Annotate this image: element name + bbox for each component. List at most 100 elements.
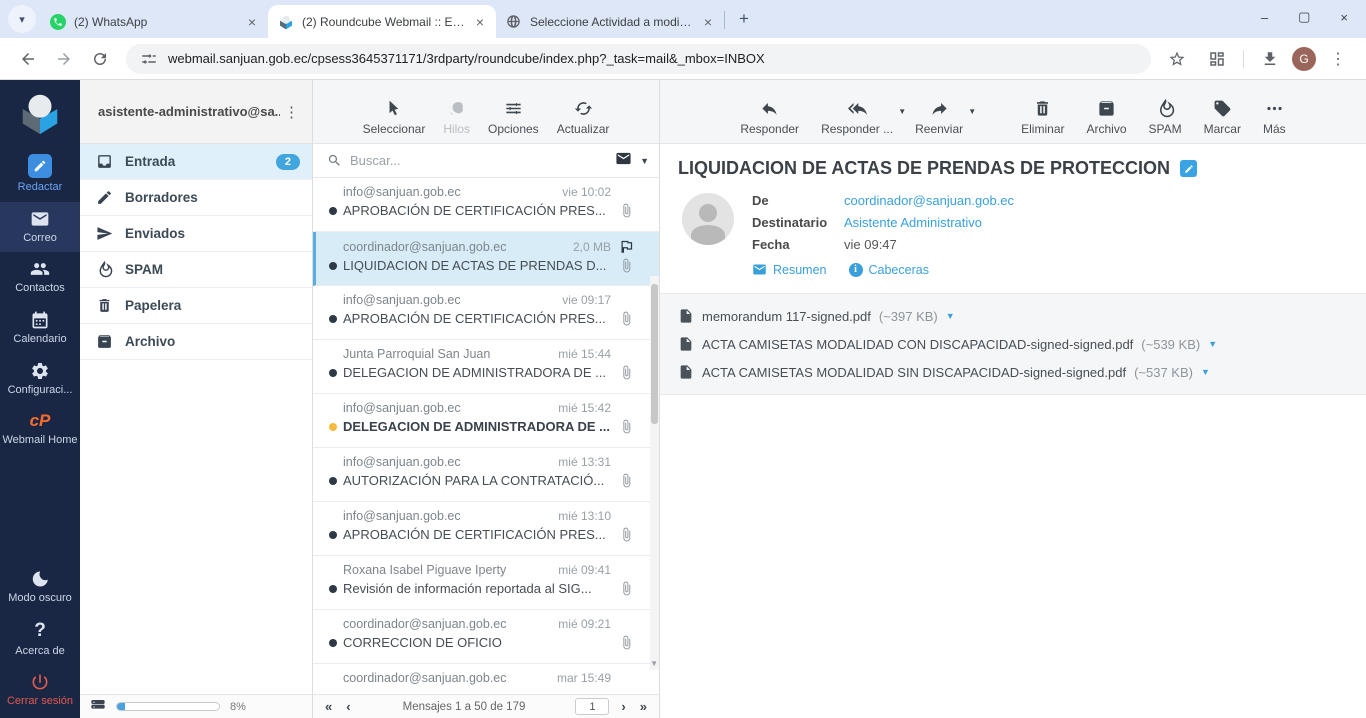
account-menu-icon[interactable]: ⋮: [280, 103, 304, 121]
button-label: Hilos: [443, 122, 470, 136]
message-row-selected[interactable]: coordinador@sanjuan.gob.ec 2,0 MB LIQUIDA…: [313, 232, 659, 286]
attachment-menu-caret-icon[interactable]: ▼: [1208, 339, 1217, 349]
unread-dot: [329, 261, 337, 270]
attachment-item[interactable]: ACTA CAMISETAS MODALIDAD SIN DISCAPACIDA…: [678, 358, 1348, 386]
message-date: vie 10:02: [562, 185, 611, 199]
window-close-button[interactable]: ×: [1340, 10, 1348, 25]
url-input[interactable]: webmail.sanjuan.gob.ec/cpsess3645371171/…: [126, 43, 1151, 74]
folder-inbox[interactable]: Entrada 2: [80, 144, 312, 180]
dropdown-caret-icon[interactable]: ▼: [898, 107, 906, 116]
sidebar-item-calendar[interactable]: Calendario: [0, 303, 80, 354]
sidebar-item-contacts[interactable]: Contactos: [0, 252, 80, 303]
message-row-partial[interactable]: coordinador@sanjuan.gob.ec mar 15:49: [313, 664, 659, 694]
attachment-name: memorandum 117-signed.pdf: [702, 308, 871, 324]
refresh-list-button[interactable]: Actualizar: [551, 99, 616, 136]
mark-button[interactable]: Marcar: [1198, 99, 1247, 136]
dropdown-caret-icon[interactable]: ▼: [968, 107, 976, 116]
message-date: mié 13:31: [558, 455, 611, 469]
search-options-caret-icon[interactable]: ▼: [640, 156, 649, 166]
button-label: Más: [1262, 122, 1286, 136]
tab-whatsapp[interactable]: (2) WhatsApp ×: [40, 5, 268, 38]
message-sender: Roxana Isabel Piguave Iperty: [343, 563, 507, 577]
quota-percent: 8%: [230, 700, 246, 713]
to-recipient-link[interactable]: Asistente Administrativo: [844, 215, 982, 230]
last-page-button[interactable]: »: [638, 699, 649, 714]
folder-trash[interactable]: Papelera: [80, 288, 312, 324]
attachment-menu-caret-icon[interactable]: ▼: [1201, 367, 1210, 377]
quota-progress: [116, 702, 220, 711]
back-icon[interactable]: [14, 45, 42, 73]
summary-link[interactable]: Resumen: [752, 262, 827, 277]
delete-button[interactable]: Eliminar: [1015, 99, 1070, 136]
chrome-menu-icon[interactable]: ⋮: [1324, 45, 1352, 73]
select-button[interactable]: Seleccionar: [357, 99, 432, 136]
sidebar-item-mail[interactable]: Correo: [0, 201, 80, 253]
spam-button[interactable]: SPAM: [1143, 99, 1188, 136]
attachment-item[interactable]: memorandum 117-signed.pdf (~397 KB) ▼: [678, 302, 1348, 330]
edit-subject-icon[interactable]: [1180, 160, 1198, 177]
scrollbar-down-arrow[interactable]: ▼: [650, 659, 658, 668]
tab-close-icon[interactable]: ×: [702, 14, 714, 30]
attachment-item[interactable]: ACTA CAMISETAS MODALIDAD CON DISCAPACIDA…: [678, 330, 1348, 358]
sidebar-item-webmail-home[interactable]: cP Webmail Home: [0, 404, 80, 454]
flag-icon[interactable]: [617, 239, 635, 254]
bookmark-star-icon[interactable]: [1163, 45, 1191, 73]
folder-label: Papelera: [125, 298, 182, 313]
new-tab-button[interactable]: +: [731, 6, 757, 32]
message-row[interactable]: coordinador@sanjuan.gob.ec mié 09:21 CORR…: [313, 610, 659, 664]
paperclip-icon: [617, 473, 635, 488]
prev-page-button[interactable]: ‹: [344, 699, 352, 714]
message-row[interactable]: info@sanjuan.gob.ec vie 09:17 APROBACIÓN …: [313, 286, 659, 340]
paperclip-icon: [617, 527, 635, 542]
tab-search-button[interactable]: ▾: [8, 5, 36, 33]
from-label: De: [752, 193, 769, 208]
sidebar-item-about[interactable]: ? Acerca de: [0, 613, 80, 665]
profile-avatar[interactable]: G: [1292, 46, 1316, 71]
tab-groups-icon[interactable]: [1203, 45, 1231, 73]
archive-button[interactable]: Archivo: [1080, 99, 1132, 136]
maximize-button[interactable]: ▢: [1298, 9, 1310, 25]
refresh-icon[interactable]: [86, 45, 114, 73]
from-address-link[interactable]: coordinador@sanjuan.gob.ec: [844, 193, 1014, 208]
sidebar-item-compose[interactable]: Redactar: [0, 147, 80, 202]
download-icon[interactable]: [1256, 45, 1284, 73]
next-page-button[interactable]: ›: [619, 699, 627, 714]
sidebar-item-settings[interactable]: Configuraci...: [0, 354, 80, 405]
folder-drafts[interactable]: Borradores: [80, 180, 312, 216]
tab-roundcube-active[interactable]: (2) Roundcube Webmail :: Entra ×: [268, 5, 496, 38]
search-input[interactable]: [350, 153, 608, 168]
first-page-button[interactable]: «: [323, 699, 334, 714]
message-row-unread[interactable]: info@sanjuan.gob.ec mié 15:42 DELEGACION …: [313, 394, 659, 448]
browser-url-bar: webmail.sanjuan.gob.ec/cpsess3645371171/…: [0, 38, 1366, 80]
page-input[interactable]: [575, 698, 610, 715]
headers-link[interactable]: i Cabeceras: [848, 262, 929, 277]
folder-spam[interactable]: SPAM: [80, 252, 312, 288]
attachment-menu-caret-icon[interactable]: ▼: [946, 311, 955, 321]
scrollbar-thumb[interactable]: [651, 284, 658, 424]
options-button[interactable]: Opciones: [482, 99, 545, 136]
folder-sent[interactable]: Enviados: [80, 216, 312, 252]
list-scrollbar[interactable]: ▼: [650, 276, 659, 670]
threads-button[interactable]: Hilos: [437, 99, 476, 136]
tab-close-icon[interactable]: ×: [246, 14, 258, 30]
minimize-button[interactable]: –: [1261, 10, 1268, 25]
message-row[interactable]: info@sanjuan.gob.ec vie 10:02 APROBACIÓN …: [313, 178, 659, 232]
message-row[interactable]: Junta Parroquial San Juan mié 15:44 DELEG…: [313, 340, 659, 394]
message-row[interactable]: Roxana Isabel Piguave Iperty mié 09:41 Re…: [313, 556, 659, 610]
reply-all-button[interactable]: ▼ Responder ...: [815, 99, 906, 136]
tab-actividad[interactable]: Seleccione Actividad a modifica ×: [496, 5, 724, 38]
search-scope-icon[interactable]: [615, 150, 632, 172]
tab-close-icon[interactable]: ×: [474, 14, 486, 30]
button-label: Actualizar: [556, 122, 610, 136]
site-settings-icon[interactable]: [140, 45, 158, 73]
attachment-size: (~539 KB): [1141, 336, 1201, 352]
message-row[interactable]: info@sanjuan.gob.ec mié 13:10 APROBACIÓN …: [313, 502, 659, 556]
sidebar-item-logout[interactable]: Cerrar sesión: [0, 665, 80, 716]
forward-button[interactable]: ▼ Reenviar: [909, 99, 976, 136]
more-button[interactable]: Más: [1257, 99, 1292, 136]
folder-archive[interactable]: Archivo: [80, 324, 312, 360]
sidebar-item-dark-mode[interactable]: Modo oscuro: [0, 562, 80, 613]
reply-button[interactable]: Responder: [734, 99, 805, 136]
message-row[interactable]: info@sanjuan.gob.ec mié 13:31 AUTORIZACIÓ…: [313, 448, 659, 502]
forward-icon[interactable]: [50, 45, 78, 73]
